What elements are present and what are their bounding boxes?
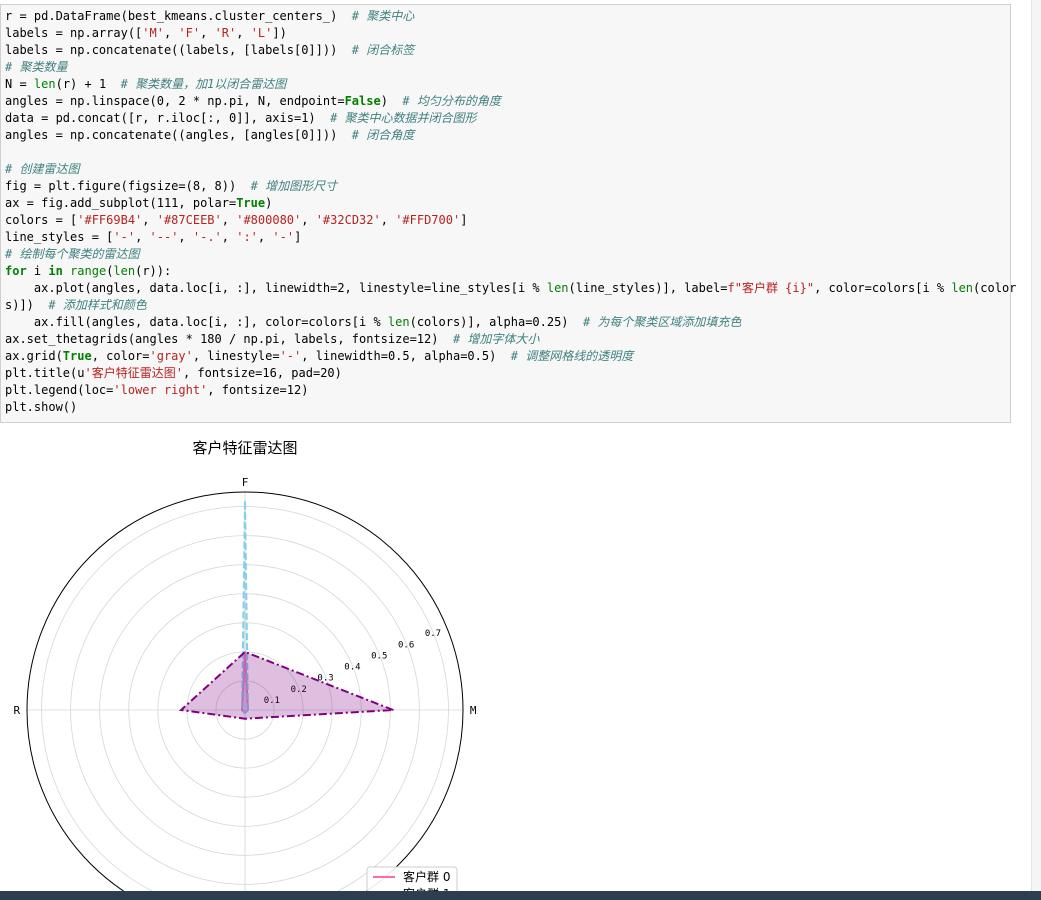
code-line: ax = fig.add_subplot(111, polar=True) (5, 196, 273, 210)
series-point-2 (180, 709, 182, 711)
series-layer (178, 500, 394, 720)
axis-label-f: F (242, 476, 249, 489)
code-line: # 创建雷达图 (5, 162, 80, 176)
bottom-bar (0, 891, 1041, 900)
radial-tick-label: 0.4 (344, 663, 360, 673)
code-line: labels = np.concatenate((labels, [labels… (5, 43, 415, 57)
series-point-1 (244, 500, 246, 502)
code-line: plt.legend(loc='lower right', fontsize=1… (5, 383, 309, 397)
right-scroll-strip[interactable] (1031, 0, 1041, 900)
code-line: for i in range(len(r)): (5, 264, 172, 278)
code-line: N = len(r) + 1 # 聚类数量，加1以闭合雷达图 (5, 77, 287, 91)
code-line: line_styles = ['-', '--', '-.', ':', '-'… (5, 230, 302, 244)
legend: 客户群 0客户群 1 (366, 866, 458, 891)
radial-tick-label: 0.5 (371, 651, 387, 661)
code-line: plt.show() (5, 400, 78, 414)
radar-chart: 客户特征雷达图 MFRL 0.10.20.30.40.50.60.7 客户群 0… (14, 439, 477, 891)
code-line: plt.title(u'客户特征雷达图', fontsize=16, pad=2… (5, 366, 342, 380)
legend-label: 客户群 0 (403, 869, 450, 884)
code-line: ax.grid(True, color='gray', linestyle='-… (5, 349, 634, 363)
series-point-2 (244, 718, 246, 720)
code-line: # 聚类数量 (5, 60, 68, 74)
radial-tick-label: 0.7 (425, 629, 441, 639)
code-line: colors = ['#FF69B4', '#87CEEB', '#800080… (5, 213, 468, 227)
chart-title: 客户特征雷达图 (192, 439, 297, 457)
axis-label-m: M (470, 704, 477, 717)
radial-tick-label: 0.6 (398, 640, 414, 650)
code-line: labels = np.array(['M', 'F', 'R', 'L']) (5, 26, 287, 40)
code-line: data = pd.concat([r, r.iloc[:, 0]], axis… (5, 111, 477, 125)
axis-label-r: R (14, 704, 21, 717)
code-line: ax.set_thetagrids(angles * 180 / np.pi, … (5, 332, 540, 346)
code-line: fig = plt.figure(figsize=(8, 8)) # 增加图形尺… (5, 179, 338, 193)
code-line: ax.fill(angles, data.loc[i, :], color=co… (5, 315, 742, 329)
series-point-2 (244, 651, 246, 653)
code-line: angles = np.linspace(0, 2 * np.pi, N, en… (5, 94, 501, 108)
series-point-2 (392, 709, 394, 711)
code-line: ax.plot(angles, data.loc[i, :], linewidt… (5, 281, 1017, 295)
code-line: # 绘制每个聚类的雷达图 (5, 247, 140, 261)
code-line: s)]) # 添加样式和颜色 (5, 298, 147, 312)
code-line: r = pd.DataFrame(best_kmeans.cluster_cen… (5, 9, 415, 23)
code-cell[interactable]: r = pd.DataFrame(best_kmeans.cluster_cen… (0, 4, 1017, 423)
code-line: angles = np.concatenate((angles, [angles… (5, 128, 415, 142)
